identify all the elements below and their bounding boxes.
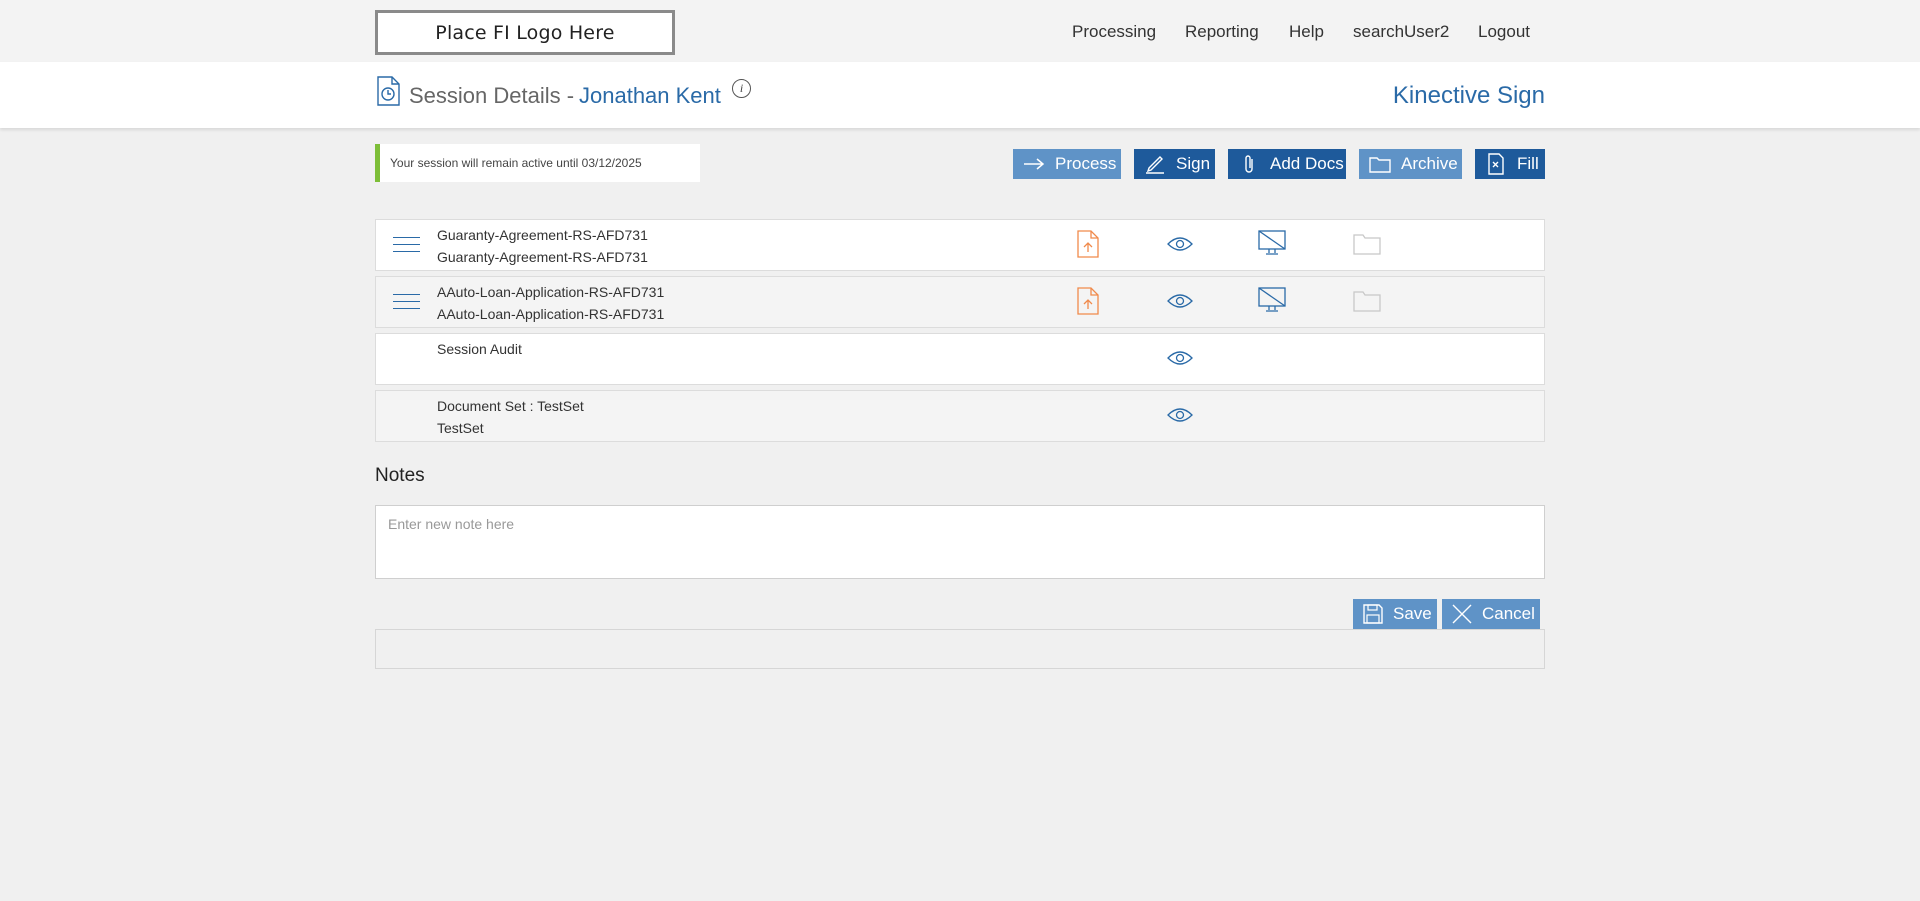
hamburger-icon[interactable] [393, 294, 420, 311]
fill-label: Fill [1517, 154, 1539, 173]
add-docs-label: Add Docs [1270, 154, 1344, 173]
upload-document-icon[interactable] [1075, 286, 1101, 316]
nav-help[interactable]: Help [1289, 22, 1324, 42]
floppy-disk-icon [1362, 603, 1384, 625]
archive-label: Archive [1401, 154, 1458, 173]
archive-button[interactable]: Archive [1359, 149, 1462, 179]
document-name: Session Audit [437, 341, 522, 357]
page-title: Session Details - [409, 83, 575, 108]
customer-name: Jonathan Kent [579, 83, 721, 108]
save-note-button[interactable]: Save [1353, 599, 1437, 629]
close-icon [1451, 603, 1473, 625]
cancel-label: Cancel [1482, 604, 1535, 623]
document-row: Session Audit [375, 333, 1545, 385]
nav-processing[interactable]: Processing [1072, 22, 1156, 42]
hamburger-icon[interactable] [393, 237, 420, 254]
nav-reporting[interactable]: Reporting [1185, 22, 1259, 42]
info-icon[interactable]: i [732, 79, 751, 98]
session-expiry-notice: Your session will remain active until 03… [375, 144, 700, 182]
sign-label: Sign [1176, 154, 1211, 173]
paperclip-icon [1238, 153, 1260, 175]
brand-name: Kinective Sign [1392, 82, 1545, 109]
upload-document-icon[interactable] [1075, 229, 1101, 259]
session-history-icon [375, 76, 401, 111]
document-name: Document Set : TestSet [437, 398, 584, 414]
eye-icon[interactable] [1166, 347, 1194, 369]
screen-disabled-icon[interactable] [1258, 228, 1286, 258]
fi-logo-placeholder: Place FI Logo Here [375, 10, 675, 55]
document-row: AAuto-Loan-Application-RS-AFD731 AAuto-L… [375, 276, 1545, 328]
notes-heading: Notes [375, 465, 425, 486]
nav-logout[interactable]: Logout [1478, 22, 1530, 42]
document-name: AAuto-Loan-Application-RS-AFD731 [437, 284, 665, 300]
document-row: Document Set : TestSet TestSet [375, 390, 1545, 442]
folder-icon [1353, 289, 1381, 313]
folder-icon [1353, 232, 1381, 256]
fill-button[interactable]: Fill [1475, 149, 1545, 179]
document-subname: Guaranty-Agreement-RS-AFD731 [437, 249, 648, 265]
cancel-note-button[interactable]: Cancel [1442, 599, 1540, 629]
notes-list [375, 629, 1545, 669]
sign-button[interactable]: Sign [1134, 149, 1215, 179]
screen-disabled-icon[interactable] [1258, 285, 1286, 315]
document-subname: AAuto-Loan-Application-RS-AFD731 [437, 306, 665, 322]
document-name: Guaranty-Agreement-RS-AFD731 [437, 227, 648, 243]
save-label: Save [1393, 604, 1432, 623]
eye-icon[interactable] [1166, 233, 1194, 255]
pen-icon [1144, 153, 1166, 175]
fill-form-icon [1485, 153, 1507, 175]
eye-icon[interactable] [1166, 404, 1194, 426]
note-input[interactable] [375, 505, 1545, 579]
add-docs-button[interactable]: Add Docs [1228, 149, 1346, 179]
arrow-right-icon [1023, 153, 1045, 175]
document-subname: TestSet [437, 420, 484, 436]
page-header: Session Details - Jonathan Kent i Kinect… [0, 62, 1920, 128]
top-navigation: Place FI Logo Here Processing Reporting … [0, 0, 1920, 62]
eye-icon[interactable] [1166, 290, 1194, 312]
folder-icon [1369, 153, 1391, 175]
document-row: Guaranty-Agreement-RS-AFD731 Guaranty-Ag… [375, 219, 1545, 271]
nav-user[interactable]: searchUser2 [1353, 22, 1449, 42]
process-button[interactable]: Process [1013, 149, 1121, 179]
process-label: Process [1055, 154, 1117, 173]
